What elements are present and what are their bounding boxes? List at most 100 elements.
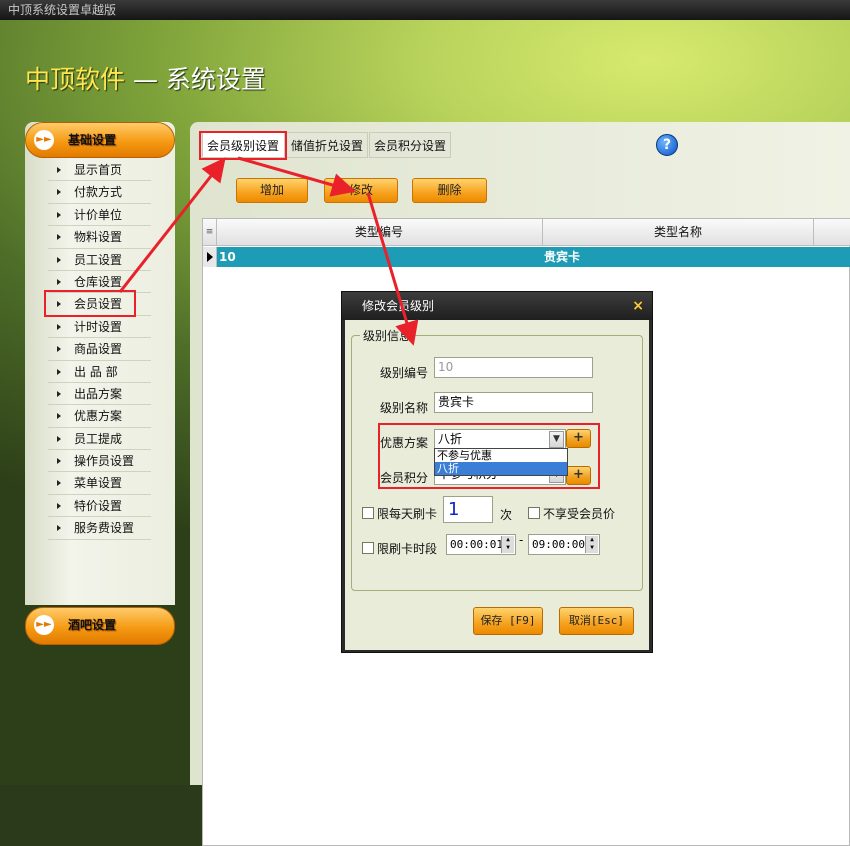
- sidebar-item-label: 商品设置: [74, 342, 123, 357]
- sidebar-item-label: 优惠方案: [74, 409, 123, 424]
- add-button[interactable]: 增加: [236, 178, 308, 203]
- triangle-right-icon: [57, 346, 61, 353]
- tab-member-points[interactable]: 会员积分设置: [369, 132, 451, 158]
- discount-plan-select[interactable]: 八折 ▼: [434, 429, 566, 450]
- no-member-price-checkbox[interactable]: [528, 507, 540, 519]
- sidebar-item[interactable]: 出品方案: [48, 383, 151, 406]
- dropdown-option-selected[interactable]: 八折: [435, 462, 567, 475]
- daily-limit-count-field[interactable]: 1: [443, 496, 493, 523]
- sidebar-item[interactable]: 显示首页: [48, 159, 151, 182]
- triangle-right-icon: [57, 323, 61, 330]
- daily-limit-label: 限每天刷卡: [377, 507, 438, 521]
- sidebar-item[interactable]: 会员设置: [48, 293, 151, 316]
- level-name-field[interactable]: 贵宾卡: [434, 392, 593, 413]
- member-points-label: 会员积分: [380, 471, 429, 485]
- basic-settings-section-button[interactable]: ►► 基础设置: [25, 122, 175, 158]
- sidebar-item[interactable]: 付款方式: [48, 181, 151, 204]
- triangle-right-icon: [57, 525, 61, 532]
- level-code-field[interactable]: 10: [434, 357, 593, 378]
- dialog-titlebar: 修改会员级别 ×: [342, 292, 652, 320]
- window-title: 中顶系统设置卓越版: [8, 3, 117, 17]
- delete-button[interactable]: 删除: [412, 178, 487, 203]
- sidebar-item[interactable]: 员工设置: [48, 249, 151, 271]
- sidebar-item[interactable]: 菜单设置: [48, 472, 151, 495]
- chevron-down-icon[interactable]: ▼: [549, 431, 564, 448]
- sidebar-item[interactable]: 计时设置: [48, 316, 151, 339]
- group-title: 级别信息: [360, 327, 415, 344]
- close-icon[interactable]: ×: [632, 292, 644, 320]
- triangle-right-icon: [57, 189, 61, 196]
- sidebar-item-label: 会员设置: [74, 297, 123, 312]
- table-row[interactable]: 10 贵宾卡: [203, 247, 850, 267]
- column-header-code[interactable]: 类型编号: [216, 219, 543, 245]
- help-icon[interactable]: ?: [656, 134, 678, 156]
- tab-member-level[interactable]: 会员级别设置: [202, 132, 285, 158]
- sidebar-item[interactable]: 仓库设置: [48, 271, 151, 294]
- cancel-button[interactable]: 取消[Esc]: [559, 607, 634, 635]
- sidebar-item-label: 特价设置: [74, 498, 123, 513]
- dropdown-option[interactable]: 不参与优惠: [435, 449, 567, 462]
- sidebar-item[interactable]: 特价设置: [48, 495, 151, 518]
- sidebar-item[interactable]: 物料设置: [48, 226, 151, 249]
- sidebar-menu: 显示首页付款方式计价单位 物料设置员工设置仓库设置会员设置计时设置商品设置出 品 …: [48, 159, 151, 540]
- sidebar-item-label: 菜单设置: [74, 476, 123, 491]
- grid-header: ≡ 类型编号 类型名称: [203, 219, 850, 246]
- edit-button[interactable]: 修改: [324, 178, 398, 203]
- sidebar-item-label: 计时设置: [74, 319, 123, 334]
- row-indicator-header: ≡: [203, 219, 217, 245]
- sidebar-item[interactable]: 员工提成: [48, 428, 151, 451]
- tab-stored-value-discount[interactable]: 储值折兑设置: [286, 132, 368, 158]
- app-title-suffix: — 系统设置: [125, 65, 266, 94]
- sidebar-item[interactable]: 商品设置: [48, 338, 151, 361]
- sidebar-item[interactable]: 优惠方案: [48, 405, 151, 428]
- spinner-icon[interactable]: ▲ ▼: [501, 536, 514, 553]
- triangle-right-icon: [57, 256, 61, 263]
- dialog-title: 修改会员级别: [362, 299, 435, 313]
- cell-name: 贵宾卡: [544, 250, 581, 264]
- window-titlebar: 中顶系统设置卓越版: [0, 0, 850, 20]
- triangle-right-icon: [57, 458, 61, 465]
- level-code-label: 级别编号: [380, 366, 429, 380]
- bar-settings-section-button[interactable]: ►► 酒吧设置: [25, 607, 175, 645]
- time-limit-checkbox[interactable]: [362, 542, 374, 554]
- app-title: 中顶软件 — 系统设置: [25, 60, 266, 96]
- triangle-right-icon: [57, 234, 61, 241]
- sidebar-item-label: 员工提成: [74, 431, 123, 446]
- discount-plan-value: 八折: [438, 432, 463, 446]
- triangle-right-icon: [57, 368, 61, 375]
- fast-forward-icon: ►►: [34, 615, 54, 635]
- brand-name: 中顶软件: [25, 65, 126, 94]
- spinner-icon[interactable]: ▲ ▼: [585, 536, 598, 553]
- sidebar-item[interactable]: 操作员设置: [48, 450, 151, 473]
- edit-member-level-dialog: 修改会员级别 × 级别信息 级别编号 10 级别名称 贵宾卡 优惠方案 八折 ▼…: [341, 291, 653, 653]
- daily-limit-checkbox[interactable]: [362, 507, 374, 519]
- sidebar-item-label: 操作员设置: [74, 454, 135, 469]
- sidebar-item-label: 出品方案: [74, 386, 123, 401]
- time-end-field[interactable]: 09:00:00 ▲ ▼: [528, 534, 600, 555]
- level-name-label: 级别名称: [380, 401, 429, 415]
- triangle-right-icon: [57, 211, 61, 218]
- fast-forward-icon: ►►: [34, 130, 54, 150]
- section-label: 基础设置: [68, 133, 117, 147]
- no-member-price-label: 不享受会员价: [543, 507, 616, 521]
- cell-code: 10: [219, 250, 236, 264]
- discount-plan-dropdown-list: 不参与优惠 八折: [434, 448, 568, 476]
- column-header-name[interactable]: 类型名称: [543, 219, 814, 245]
- save-button[interactable]: 保存 [F9]: [473, 607, 543, 635]
- triangle-right-icon: [57, 435, 61, 442]
- sidebar-item-label: 员工设置: [74, 252, 123, 267]
- sidebar-item[interactable]: 计价单位: [48, 204, 151, 227]
- sidebar-item-label: 付款方式: [74, 185, 123, 200]
- sidebar-item[interactable]: 出 品 部: [48, 361, 151, 383]
- time-separator: -: [519, 533, 524, 547]
- triangle-right-icon: [57, 502, 61, 509]
- add-discount-plan-button[interactable]: +: [566, 429, 591, 448]
- section-label: 酒吧设置: [68, 618, 117, 632]
- sidebar-item[interactable]: 服务费设置: [48, 517, 151, 540]
- dialog-body: 级别信息 级别编号 10 级别名称 贵宾卡 优惠方案 八折 ▼ + 会员积分 不…: [345, 320, 649, 650]
- add-points-plan-button[interactable]: +: [566, 466, 591, 485]
- triangle-right-icon: [57, 390, 61, 397]
- triangle-right-icon: [57, 480, 61, 487]
- time-start-field[interactable]: 00:00:01 ▲ ▼: [446, 534, 516, 555]
- time-limit-label: 限刷卡时段: [377, 542, 438, 556]
